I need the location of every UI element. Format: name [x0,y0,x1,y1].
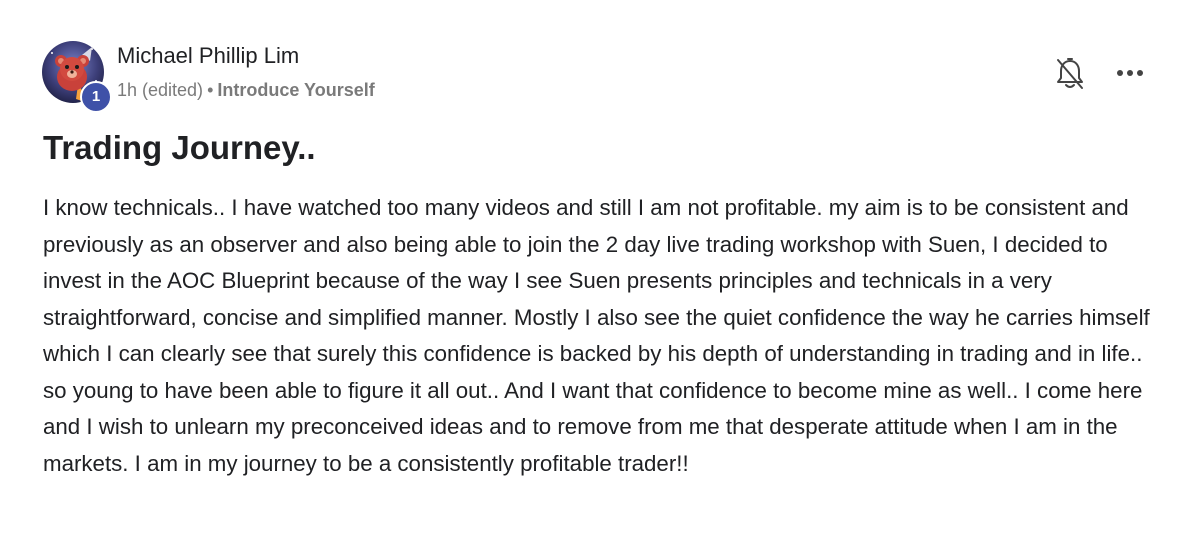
meta-separator: • [207,80,214,100]
post-body: I know technicals.. I have watched too m… [43,195,1150,476]
post-card: 1 Michael Phillip Lim 1h (edited) • Introd… [0,0,1200,553]
level-badge: 1 [80,81,112,113]
more-horizontal-icon [1117,70,1143,76]
post-meta: 1h (edited) • Introduce Yourself [117,80,375,101]
author-name[interactable]: Michael Phillip Lim [117,43,299,69]
bell-off-icon [1057,58,1083,89]
post-time: 1h (edited) [117,80,204,100]
notification-toggle-button[interactable] [1053,56,1087,92]
author-avatar[interactable]: 1 [42,41,112,113]
category-link[interactable]: Introduce Yourself [217,80,374,100]
post-title: Trading Journey.. [43,129,316,166]
more-options-button[interactable] [1114,60,1146,86]
